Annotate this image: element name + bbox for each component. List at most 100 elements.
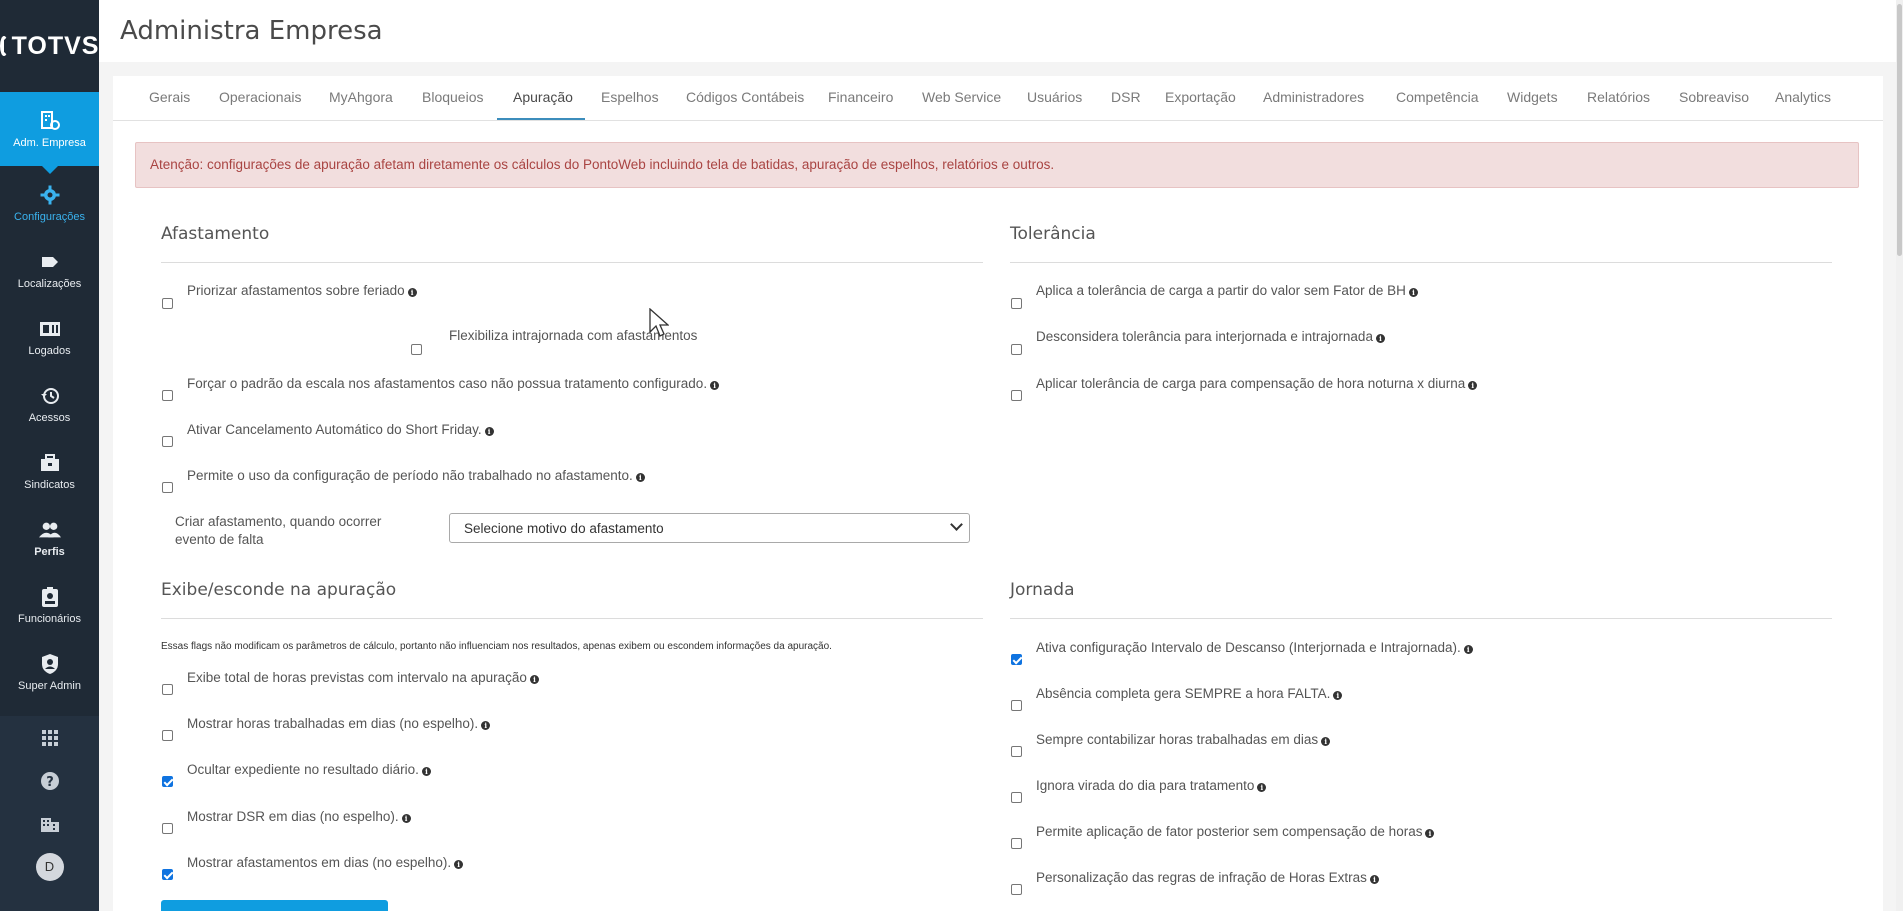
sidebar-footer: ? D: [0, 716, 99, 911]
tab-analytics[interactable]: Analytics: [1775, 89, 1831, 105]
warning-alert: Atenção: configurações de apuração afeta…: [135, 142, 1859, 188]
tab-usuarios[interactable]: Usuários: [1027, 89, 1082, 105]
sidebar-item-label: Localizações: [17, 278, 82, 290]
tab-competencia[interactable]: Competência: [1396, 89, 1479, 105]
tab-espelhos[interactable]: Espelhos: [601, 89, 659, 105]
section-divider: [161, 618, 983, 619]
tab-web-service[interactable]: Web Service: [922, 89, 1001, 105]
section-title-afastamento: Afastamento: [161, 224, 270, 244]
help-icon[interactable]: ?: [0, 759, 99, 802]
info-icon[interactable]: i: [529, 675, 539, 684]
option-label: Aplica a tolerância de carga a partir do…: [1036, 283, 1418, 298]
checkbox-ausencia-falta[interactable]: [1011, 700, 1022, 711]
section-divider: [1010, 262, 1832, 263]
checkbox-fator-posterior[interactable]: [1011, 838, 1022, 849]
sidebar-item-funcionarios[interactable]: Funcionários: [0, 572, 99, 639]
info-icon[interactable]: i: [407, 288, 417, 297]
save-button[interactable]: [161, 900, 388, 911]
info-icon[interactable]: i: [635, 473, 645, 482]
tab-relatorios[interactable]: Relatórios: [1587, 89, 1650, 105]
info-icon[interactable]: i: [710, 381, 720, 390]
tab-myahgora[interactable]: MyAhgora: [329, 89, 393, 105]
sidebar-item-super-admin[interactable]: Super Admin: [0, 639, 99, 706]
info-icon[interactable]: i: [401, 814, 411, 823]
tab-bloqueios[interactable]: Bloqueios: [422, 89, 484, 105]
sidebar-item-localizacoes[interactable]: Localizações: [0, 237, 99, 304]
checkbox-tolerancia-fator-bh[interactable]: [1011, 298, 1022, 309]
tab-operacionais[interactable]: Operacionais: [219, 89, 302, 105]
tab-codigos-contabeis[interactable]: Códigos Contábeis: [686, 89, 804, 105]
checkbox-priorizar-afastamentos[interactable]: [162, 298, 173, 309]
tab-apuracao[interactable]: Apuração: [513, 89, 573, 105]
checkbox-intervalo-descanso[interactable]: [1011, 654, 1022, 665]
tab-widgets[interactable]: Widgets: [1507, 89, 1558, 105]
page-scrollbar[interactable]: [1896, 0, 1903, 911]
section-divider: [1010, 618, 1832, 619]
info-icon[interactable]: i: [1425, 829, 1435, 838]
checkbox-virada-dia[interactable]: [1011, 792, 1022, 803]
info-icon[interactable]: i: [484, 427, 494, 436]
checkbox-forcar-padrao-escala[interactable]: [162, 390, 173, 401]
option-label: Absência completa gera SEMPRE a hora FAL…: [1036, 686, 1343, 701]
sidebar-item-acessos[interactable]: Acessos: [0, 371, 99, 438]
sidebar-item-label: Perfis: [34, 546, 65, 558]
motivo-afastamento-select[interactable]: Selecione motivo do afastamento: [449, 513, 970, 543]
badge-icon: [39, 586, 61, 608]
option-label: Sempre contabilizar horas trabalhadas em…: [1036, 732, 1331, 747]
info-icon[interactable]: i: [1408, 288, 1418, 297]
checkbox-short-friday[interactable]: [162, 436, 173, 447]
scrollbar-thumb[interactable]: [1897, 4, 1902, 256]
info-icon[interactable]: i: [1375, 334, 1385, 343]
sidebar-item-adm-empresa[interactable]: Adm. Empresa: [0, 92, 99, 174]
id-card-icon: [39, 318, 61, 340]
checkbox-tolerancia-hora-noturna[interactable]: [1011, 390, 1022, 401]
building-icon[interactable]: [0, 802, 99, 845]
user-avatar[interactable]: D: [0, 845, 99, 888]
totvs-logo[interactable]: TOTVS: [0, 0, 99, 92]
info-icon[interactable]: i: [1321, 737, 1331, 746]
info-icon[interactable]: i: [1468, 381, 1478, 390]
tab-gerais[interactable]: Gerais: [149, 89, 190, 105]
sidebar-item-sindicatos[interactable]: Sindicatos: [0, 438, 99, 505]
option-label: Permite o uso da configuração de período…: [187, 468, 645, 483]
checkbox-periodo-nao-trabalhado[interactable]: [162, 482, 173, 493]
tab-dsr[interactable]: DSR: [1111, 89, 1141, 105]
option-label: Personalização das regras de infração de…: [1036, 870, 1379, 885]
sidebar-item-label: Super Admin: [18, 680, 81, 692]
checkbox-horas-trabalhadas-dias[interactable]: [162, 730, 173, 741]
checkbox-contabilizar-horas-dias[interactable]: [1011, 746, 1022, 757]
sidebar-item-configuracoes[interactable]: Configurações: [0, 170, 99, 237]
settings-panel: Gerais Operacionais MyAhgora Bloqueios A…: [113, 76, 1883, 911]
option-label: Mostrar DSR em dias (no espelho). i: [187, 809, 411, 824]
info-icon[interactable]: i: [1369, 875, 1379, 884]
tab-exportacao[interactable]: Exportação: [1165, 89, 1236, 105]
users-icon: [38, 519, 61, 541]
option-label: Mostrar afastamentos em dias (no espelho…: [187, 855, 464, 870]
checkbox-afastamentos-em-dias[interactable]: [162, 869, 173, 880]
info-icon[interactable]: i: [1333, 691, 1343, 700]
checkbox-total-horas-previstas[interactable]: [162, 684, 173, 695]
info-icon[interactable]: i: [421, 767, 431, 776]
checkbox-infracao-horas-extras[interactable]: [1011, 884, 1022, 895]
info-icon[interactable]: i: [481, 721, 491, 730]
page-title: Administra Empresa: [120, 16, 383, 46]
option-label: Ativa configuração Intervalo de Descanso…: [1036, 640, 1473, 655]
checkbox-flexibiliza-intrajornada[interactable]: [411, 344, 422, 355]
checkbox-dsr-em-dias[interactable]: [162, 823, 173, 834]
option-label: Forçar o padrão da escala nos afastament…: [187, 376, 720, 391]
sidebar-item-perfis[interactable]: Perfis: [0, 505, 99, 572]
tab-administradores[interactable]: Administradores: [1263, 89, 1364, 105]
info-icon[interactable]: i: [454, 860, 464, 869]
tab-sobreaviso[interactable]: Sobreaviso: [1679, 89, 1749, 105]
checkbox-ocultar-expediente[interactable]: [162, 776, 173, 787]
select-label-criar-afastamento: Criar afastamento, quando ocorrer evento…: [175, 514, 382, 547]
gear-icon: [39, 184, 61, 206]
apps-grid-icon[interactable]: [0, 716, 99, 759]
tab-financeiro[interactable]: Financeiro: [828, 89, 893, 105]
settings-tabs: Gerais Operacionais MyAhgora Bloqueios A…: [113, 76, 1883, 121]
page-header: Administra Empresa: [99, 0, 1896, 62]
sidebar-item-logados[interactable]: Logados: [0, 304, 99, 371]
info-icon[interactable]: i: [1463, 645, 1473, 654]
info-icon[interactable]: i: [1257, 783, 1267, 792]
checkbox-desconsidera-tolerancia[interactable]: [1011, 344, 1022, 355]
